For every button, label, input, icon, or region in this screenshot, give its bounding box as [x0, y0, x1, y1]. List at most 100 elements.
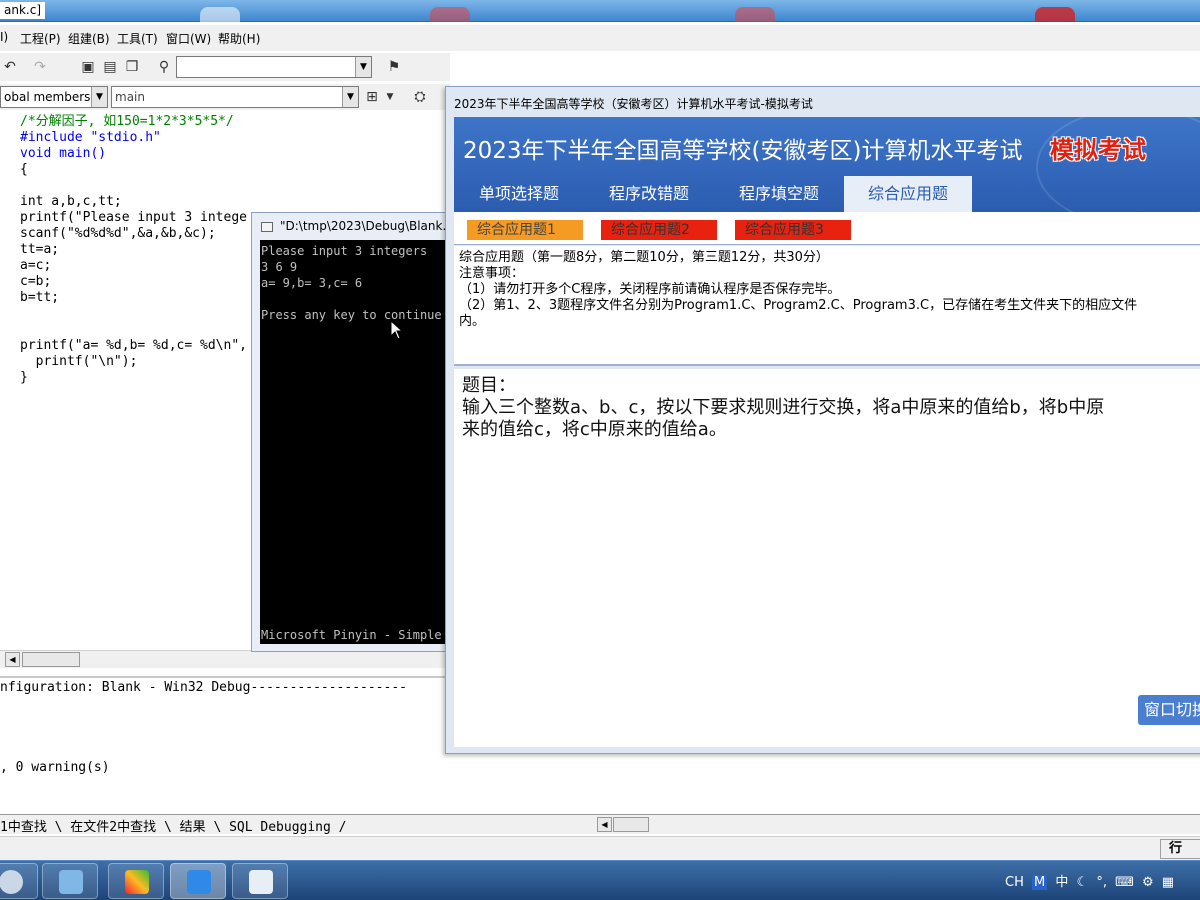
scroll-thumb[interactable]	[613, 817, 649, 832]
desktop-glint	[430, 7, 470, 22]
find-icon[interactable]: ⚑	[384, 57, 404, 77]
language-indicator[interactable]: CH	[1005, 875, 1024, 890]
scroll-left-icon[interactable]: ◀	[597, 817, 612, 832]
tab-comprehensive[interactable]: 综合应用题	[844, 176, 972, 212]
menu-item-build[interactable]: 组建(B)	[68, 30, 110, 47]
code-line: c=b;	[20, 274, 52, 289]
ime-m-icon[interactable]: M	[1032, 875, 1048, 890]
punctuation-indicator[interactable]: °,	[1096, 875, 1107, 890]
code-line: printf("Please input 3 intege	[20, 210, 247, 225]
editor-horizontal-scrollbar[interactable]: ◀	[0, 650, 450, 668]
question-label: 题目：	[462, 375, 516, 396]
output-tabs[interactable]: 1中查找 \ 在文件2中查找 \ 结果 \ SQL Debugging / ◀	[0, 814, 1200, 835]
ime-mode-indicator[interactable]: 中	[1055, 875, 1068, 890]
notice-line: 注意事项：	[459, 266, 525, 281]
code-line: tt=a;	[20, 242, 60, 257]
console-line: 3 6 9	[261, 260, 298, 274]
tab-program-fill[interactable]: 程序填空题	[714, 176, 844, 212]
console-line: a= 9,b= 3,c= 6	[261, 276, 363, 290]
function-combo-value: main	[115, 90, 145, 104]
exam-window-title: 2023年下半年全国高等学校（安徽考区）计算机水平考试-模拟考试	[454, 97, 813, 111]
console-line: Press any key to continue	[261, 308, 442, 322]
taskbar-notepad-icon[interactable]	[42, 863, 98, 899]
output-line: , 0 warning(s)	[0, 760, 110, 775]
ide-titlebar: ank.c]	[0, 0, 1200, 22]
moon-icon[interactable]: ☾	[1077, 875, 1089, 890]
console-output[interactable]: Please input 3 integers 3 6 9 a= 9,b= 3,…	[260, 240, 457, 644]
console-app-icon	[261, 222, 273, 232]
desktop-glint	[200, 7, 240, 22]
output-window-icon[interactable]: ▤	[100, 57, 120, 77]
notice-line: （1）请勿打开多个C程序，关闭程序前请确认程序是否保存完毕。	[459, 282, 841, 297]
subtab-question-1[interactable]: 综合应用题1	[467, 220, 583, 240]
menu-item-window[interactable]: 窗口(W)	[166, 30, 211, 47]
ide-statusbar: 行 19	[0, 836, 1200, 874]
scroll-thumb[interactable]	[22, 652, 80, 667]
redo-icon[interactable]: ↷	[30, 57, 50, 77]
taskbar: CH M 中 ☾ °, ⌨ ⚙ ▦	[0, 860, 1200, 900]
undo-icon[interactable]: ↶	[0, 57, 20, 77]
output-tab-labels[interactable]: 1中查找 \ 在文件2中查找 \ 结果 \ SQL Debugging /	[0, 816, 347, 835]
function-combo[interactable]: main ▼	[111, 86, 359, 108]
find-combo[interactable]: ▼	[176, 56, 372, 78]
notice-panel: 综合应用题（第一题8分，第二题10分，第三题12分，共30分） 注意事项： （1…	[454, 246, 1200, 366]
question-panel: 题目： 输入三个整数a、b、c，按以下要求规则进行交换，将a中原来的值给b，将b…	[454, 369, 1200, 747]
taskbar-search-icon[interactable]	[0, 863, 38, 899]
menubar: I) 工程(P) 组建(B) 工具(T) 窗口(W) 帮助(H)	[0, 25, 1200, 51]
code-line: /*分解因子, 如150=1*2*3*5*5*/	[20, 114, 234, 129]
ide-title: ank.c]	[0, 2, 46, 19]
network-icon[interactable]: ▦	[1162, 875, 1174, 890]
keyboard-icon[interactable]: ⌨	[1115, 875, 1134, 890]
output-line: nfiguration: Blank - Win32 Debug--------…	[0, 680, 407, 695]
console-window[interactable]: "D:\tmp\2023\Debug\Blank.exe" Please inp…	[251, 212, 473, 652]
chevron-down-icon[interactable]: ▼	[342, 87, 358, 107]
tab-program-correction[interactable]: 程序改错题	[584, 176, 714, 212]
subtab-question-3[interactable]: 综合应用题3	[735, 220, 851, 240]
windows-list-icon[interactable]: ❐	[122, 57, 142, 77]
code-line: printf("\n");	[20, 354, 138, 369]
menu-item-project[interactable]: 工程(P)	[20, 30, 61, 47]
workspace-icon[interactable]: ▣	[78, 57, 98, 77]
class-combo-value: obal members	[4, 90, 91, 104]
subtab-question-2[interactable]: 综合应用题2	[601, 220, 717, 240]
desktop-glint	[1035, 7, 1075, 22]
tray-settings-icon[interactable]: ⚙	[1142, 875, 1154, 890]
exam-window[interactable]: 2023年下半年全国高等学校（安徽考区）计算机水平考试-模拟考试 2023年下半…	[445, 86, 1200, 754]
code-line: {	[20, 162, 28, 177]
scroll-left-icon[interactable]: ◀	[5, 652, 20, 667]
line-indicator: 行 19	[1160, 839, 1200, 874]
notice-line: （2）第1、2、3题程序文件名分别为Program1.C、Program2.C、…	[459, 298, 1138, 313]
wizard-action-icon[interactable]: ⊞	[362, 87, 382, 107]
code-line: }	[20, 370, 28, 385]
toolbar-standard: ↶ ↷ ▣ ▤ ❐ ⚲ ▼ ⚑	[0, 53, 450, 81]
window-switch-button[interactable]: 窗口切换	[1138, 695, 1200, 725]
taskbar-vc-icon[interactable]	[108, 863, 164, 899]
taskbar-remote-icon[interactable]	[170, 863, 226, 899]
question-subtabs: 综合应用题1 综合应用题2 综合应用题3	[454, 212, 1200, 245]
desktop-glint	[735, 7, 775, 22]
mock-exam-badge: 模拟考试	[1050, 136, 1146, 164]
tab-single-choice[interactable]: 单项选择题	[454, 176, 584, 212]
find-in-files-icon[interactable]: ⚲	[154, 57, 174, 77]
question-text: 来的值给c，将c中原来的值给a。	[462, 419, 727, 440]
menu-item-help[interactable]: 帮助(H)	[218, 30, 260, 47]
chevron-down-icon[interactable]: ▼	[91, 87, 107, 107]
chevron-down-icon[interactable]: ▼	[380, 87, 400, 107]
question-text: 输入三个整数a、b、c，按以下要求规则进行交换，将a中原来的值给b，将b中原	[462, 397, 1105, 418]
class-combo[interactable]: obal members ▼	[0, 86, 108, 108]
taskbar-window-icon[interactable]	[232, 863, 288, 899]
menu-item-view[interactable]: I)	[0, 30, 8, 44]
system-tray[interactable]: CH M 中 ☾ °, ⌨ ⚙ ▦	[1005, 871, 1178, 890]
toolbar-wizard: obal members ▼ main ▼ ⊞ ▼ ⛭	[0, 84, 450, 110]
code-line: a=c;	[20, 258, 52, 273]
exam-heading: 2023年下半年全国高等学校(安徽考区)计算机水平考试	[463, 138, 1023, 164]
code-line: scanf("%d%d%d",&a,&b,&c);	[20, 226, 216, 241]
chevron-down-icon[interactable]: ▼	[355, 57, 371, 77]
code-line: printf("a= %d,b= %d,c= %d\n",	[20, 338, 247, 353]
ime-status-line: Microsoft Pinyin - Simple	[261, 628, 442, 642]
code-line: int a,b,c,tt;	[20, 194, 122, 209]
notice-line: 综合应用题（第一题8分，第二题10分，第三题12分，共30分）	[459, 250, 829, 265]
build-icon[interactable]: ⛭	[410, 87, 430, 107]
menu-item-tools[interactable]: 工具(T)	[117, 30, 158, 47]
code-line: b=tt;	[20, 290, 60, 305]
